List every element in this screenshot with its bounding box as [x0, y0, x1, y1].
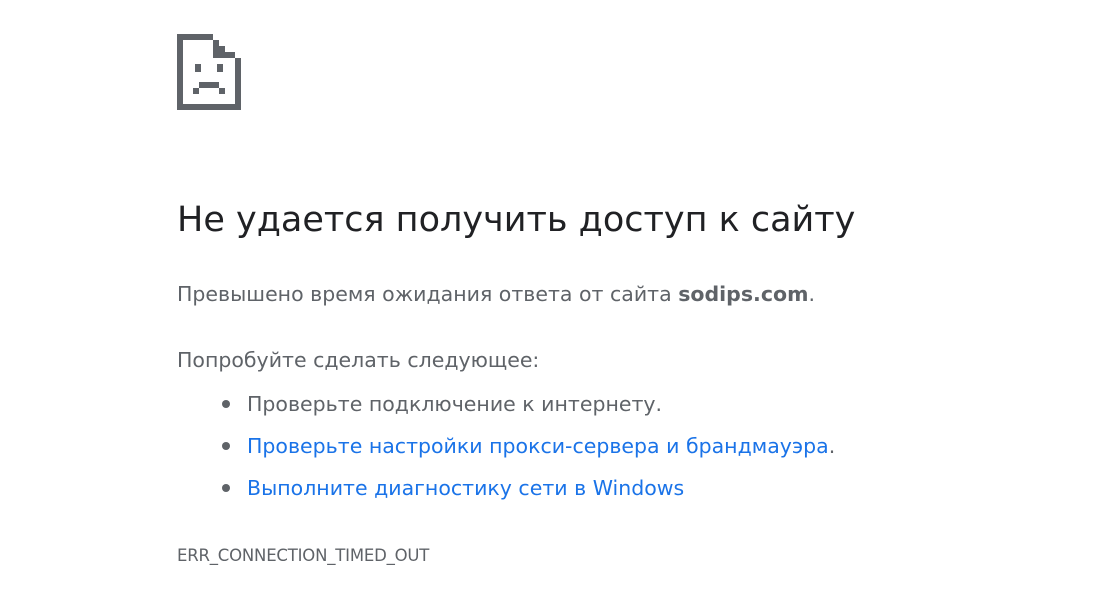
summary-suffix: .	[808, 282, 815, 306]
network-diagnostics-link[interactable]: Выполните диагностику сети в Windows	[247, 476, 684, 500]
sad-page-icon	[177, 34, 241, 110]
suggestion-suffix: .	[828, 434, 836, 458]
list-item: Проверьте настройки прокси-сервера и бра…	[177, 430, 835, 472]
suggestions-heading: Попробуйте сделать следующее:	[177, 348, 540, 372]
suggestion-check-connection: Проверьте подключение к интернету.	[247, 392, 663, 416]
list-item: Выполните диагностику сети в Windows	[177, 472, 835, 514]
summary-text: Превышено время ожидания ответа от сайта	[177, 282, 679, 306]
error-summary: Превышено время ожидания ответа от сайта…	[177, 279, 815, 309]
proxy-firewall-link[interactable]: Проверьте настройки прокси-сервера и бра…	[247, 434, 829, 458]
error-page: Не удается получить доступ к сайту Превы…	[0, 0, 1106, 595]
suggestions-list: Проверьте подключение к интернету. Прове…	[177, 388, 835, 514]
page-title: Не удается получить доступ к сайту	[177, 200, 856, 240]
error-code: ERR_CONNECTION_TIMED_OUT	[177, 546, 430, 565]
list-item: Проверьте подключение к интернету.	[177, 388, 835, 430]
host-name: sodips.com	[678, 282, 809, 306]
